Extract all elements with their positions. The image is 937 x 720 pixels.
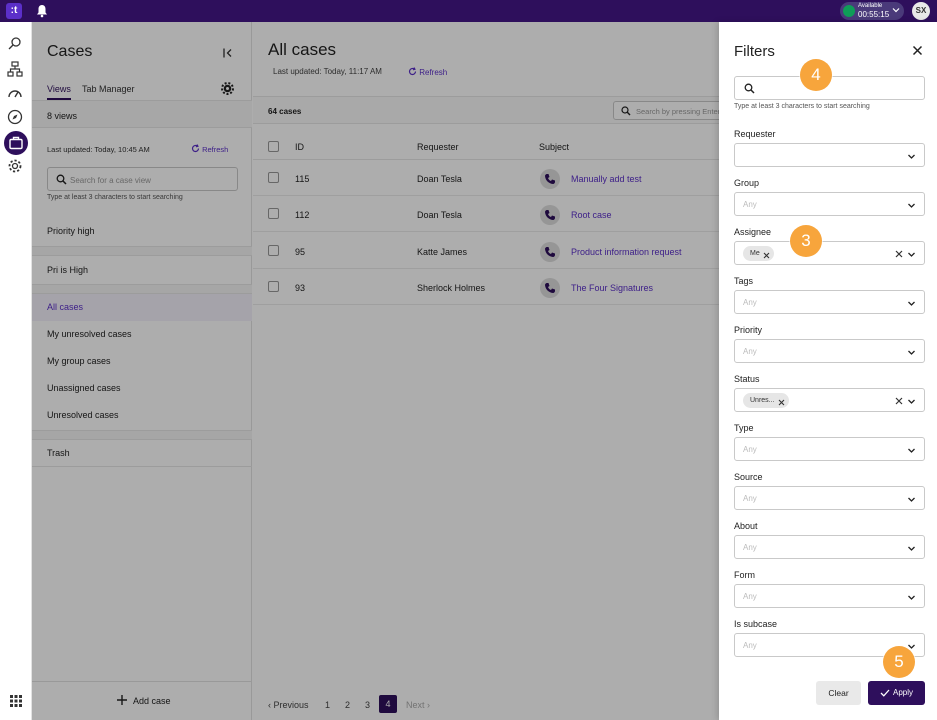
step-badge-3: 3 (790, 225, 822, 257)
priority-select[interactable]: Any (734, 339, 925, 363)
tags-select[interactable]: Any (734, 290, 925, 314)
clear-selection-icon[interactable] (895, 397, 903, 405)
type-label: Type (734, 423, 754, 433)
requester-select[interactable] (734, 143, 925, 167)
chip-label: Me (750, 250, 760, 257)
apply-filters-button[interactable]: Apply (868, 681, 925, 705)
assignee-label: Assignee (734, 227, 772, 237)
user-avatar[interactable]: SX (912, 2, 930, 20)
form-select[interactable]: Any (734, 584, 925, 608)
is-subcase-label: Is subcase (734, 619, 778, 629)
step-badge-5: 5 (883, 646, 915, 678)
remove-chip-icon[interactable] (778, 397, 785, 406)
workflow-icon[interactable] (7, 61, 23, 77)
chevron-down-icon (892, 6, 900, 14)
chevron-down-icon (907, 299, 916, 308)
source-placeholder: Any (743, 494, 757, 503)
status-select[interactable]: Unres... (734, 388, 925, 412)
modal-backdrop[interactable] (32, 22, 719, 720)
about-placeholder: Any (743, 543, 757, 552)
checkmark-icon (880, 689, 890, 697)
about-label: About (734, 521, 758, 531)
chevron-down-icon (907, 397, 916, 406)
chevron-down-icon (907, 152, 916, 161)
form-placeholder: Any (743, 592, 757, 601)
clear-selection-icon[interactable] (895, 250, 903, 258)
conversations-icon[interactable] (7, 36, 23, 52)
is-subcase-placeholder: Any (743, 641, 757, 650)
form-label: Form (734, 570, 755, 580)
app-logo[interactable]: :t (6, 3, 22, 19)
chevron-down-icon (907, 495, 916, 504)
status-chip[interactable]: Unres... (743, 393, 789, 408)
status-label: Available (858, 3, 883, 9)
filter-search-hint: Type at least 3 characters to start sear… (734, 103, 870, 110)
dashboard-gauge-icon[interactable] (7, 85, 23, 101)
cases-briefcase-icon[interactable] (4, 131, 28, 155)
assignee-select[interactable]: Me (734, 241, 925, 265)
search-icon (744, 83, 755, 94)
filters-drawer: Filters Type at least 3 characters to st… (719, 22, 937, 720)
tags-placeholder: Any (743, 298, 757, 307)
about-select[interactable]: Any (734, 535, 925, 559)
type-placeholder: Any (743, 445, 757, 454)
step-badge-4: 4 (800, 59, 832, 91)
settings-gear-icon[interactable] (7, 158, 23, 174)
priority-placeholder: Any (743, 347, 757, 356)
availability-status-dropdown[interactable]: Available 00:55:15 (840, 2, 904, 20)
chevron-down-icon (907, 201, 916, 210)
close-icon[interactable] (912, 45, 923, 56)
apps-grid-icon[interactable] (10, 695, 22, 707)
status-timer: 00:55:15 (858, 10, 890, 19)
chevron-down-icon (907, 593, 916, 602)
source-select[interactable]: Any (734, 486, 925, 510)
top-bar: :t Available 00:55:15 SX (0, 0, 937, 22)
tags-label: Tags (734, 276, 754, 286)
clear-filters-button[interactable]: Clear (816, 681, 861, 705)
filters-title: Filters (734, 43, 775, 60)
chevron-down-icon (907, 446, 916, 455)
compass-icon[interactable] (7, 109, 23, 125)
group-label: Group (734, 178, 760, 188)
requester-label: Requester (734, 129, 776, 139)
chip-label: Unres... (750, 397, 775, 404)
chevron-down-icon (907, 250, 916, 259)
assignee-chip[interactable]: Me (743, 246, 774, 261)
type-select[interactable]: Any (734, 437, 925, 461)
source-label: Source (734, 472, 763, 482)
apply-label: Apply (893, 688, 914, 697)
chevron-down-icon (907, 544, 916, 553)
nav-rail (0, 22, 32, 720)
bell-icon[interactable] (36, 4, 48, 18)
remove-chip-icon[interactable] (763, 250, 770, 259)
group-placeholder: Any (743, 200, 757, 209)
group-select[interactable]: Any (734, 192, 925, 216)
status-label: Status (734, 374, 760, 384)
priority-label: Priority (734, 325, 763, 335)
available-status-icon (843, 5, 855, 17)
chevron-down-icon (907, 348, 916, 357)
